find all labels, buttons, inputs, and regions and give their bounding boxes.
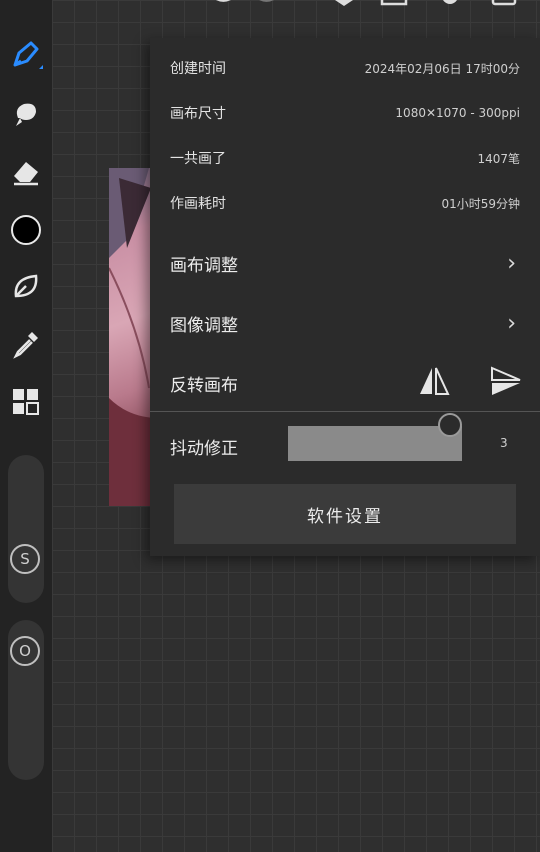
opacity-badge[interactable]: O [10, 636, 40, 666]
undo-icon[interactable] [210, 0, 236, 6]
fill-tool-icon[interactable] [6, 266, 46, 306]
stabilizer-label: 抖动修正 [170, 439, 238, 459]
app-settings-button[interactable]: 软件设置 [174, 484, 516, 544]
chevron-right-icon: › [507, 310, 516, 336]
redo-icon[interactable] [254, 0, 280, 6]
grid-tool-icon[interactable] [6, 382, 46, 422]
chevron-right-icon: › [507, 250, 516, 276]
brush-size-badge[interactable]: S [10, 544, 40, 574]
brush-tool-icon[interactable] [6, 36, 46, 76]
canvas-size-label: 画布尺寸 [170, 106, 226, 122]
color-picker-swatch[interactable] [6, 210, 46, 250]
stabilizer-slider-track[interactable] [288, 426, 462, 461]
strokes-value: 1407笔 [477, 151, 520, 166]
info-created-row: 创建时间 2024年02月06日 17时00分 [170, 58, 520, 78]
info-time-row: 作画耗时 01小时59分钟 [170, 193, 520, 213]
canvas-adjust-item[interactable]: 画布调整 › [170, 243, 516, 283]
eraser-tool-icon[interactable] [6, 152, 46, 192]
brush-size-slider[interactable] [8, 455, 44, 603]
info-canvas-size-row: 画布尺寸 1080✕1070 - 300ppi [170, 103, 520, 123]
drawing-time-value: 01小时59分钟 [441, 196, 520, 211]
canvas-adjust-label: 画布调整 [170, 255, 238, 276]
eyedropper-tool-icon[interactable] [6, 324, 46, 364]
flip-vertical-icon[interactable] [490, 366, 522, 396]
layers-icon[interactable] [330, 0, 358, 8]
image-adjust-item[interactable]: 图像调整 › [170, 303, 516, 343]
created-time-value: 2024年02月06日 17时00分 [364, 61, 520, 76]
stabilizer-value: 3 [500, 436, 508, 450]
drawing-time-label: 作画耗时 [170, 196, 226, 212]
transform-icon[interactable] [380, 0, 408, 8]
created-time-label: 创建时间 [170, 61, 226, 77]
image-adjust-label: 图像调整 [170, 315, 238, 336]
strokes-label: 一共画了 [170, 151, 226, 167]
flip-horizontal-icon[interactable] [418, 366, 450, 396]
canvas-size-value: 1080✕1070 - 300ppi [395, 106, 520, 120]
flip-canvas-row: 反转画布 [170, 363, 516, 403]
info-strokes-row: 一共画了 1407笔 [170, 148, 520, 168]
gallery-icon[interactable] [490, 0, 518, 8]
left-toolbar: S O [0, 0, 52, 852]
top-bar [0, 0, 540, 10]
actions-menu-panel: 创建时间 2024年02月06日 17时00分 画布尺寸 1080✕1070 -… [150, 38, 540, 556]
gear-icon[interactable] [436, 0, 464, 8]
smudge-tool-icon[interactable] [6, 94, 46, 134]
menu-divider [150, 411, 540, 412]
flip-canvas-label: 反转画布 [170, 375, 238, 396]
stabilizer-slider-knob[interactable] [438, 413, 462, 437]
